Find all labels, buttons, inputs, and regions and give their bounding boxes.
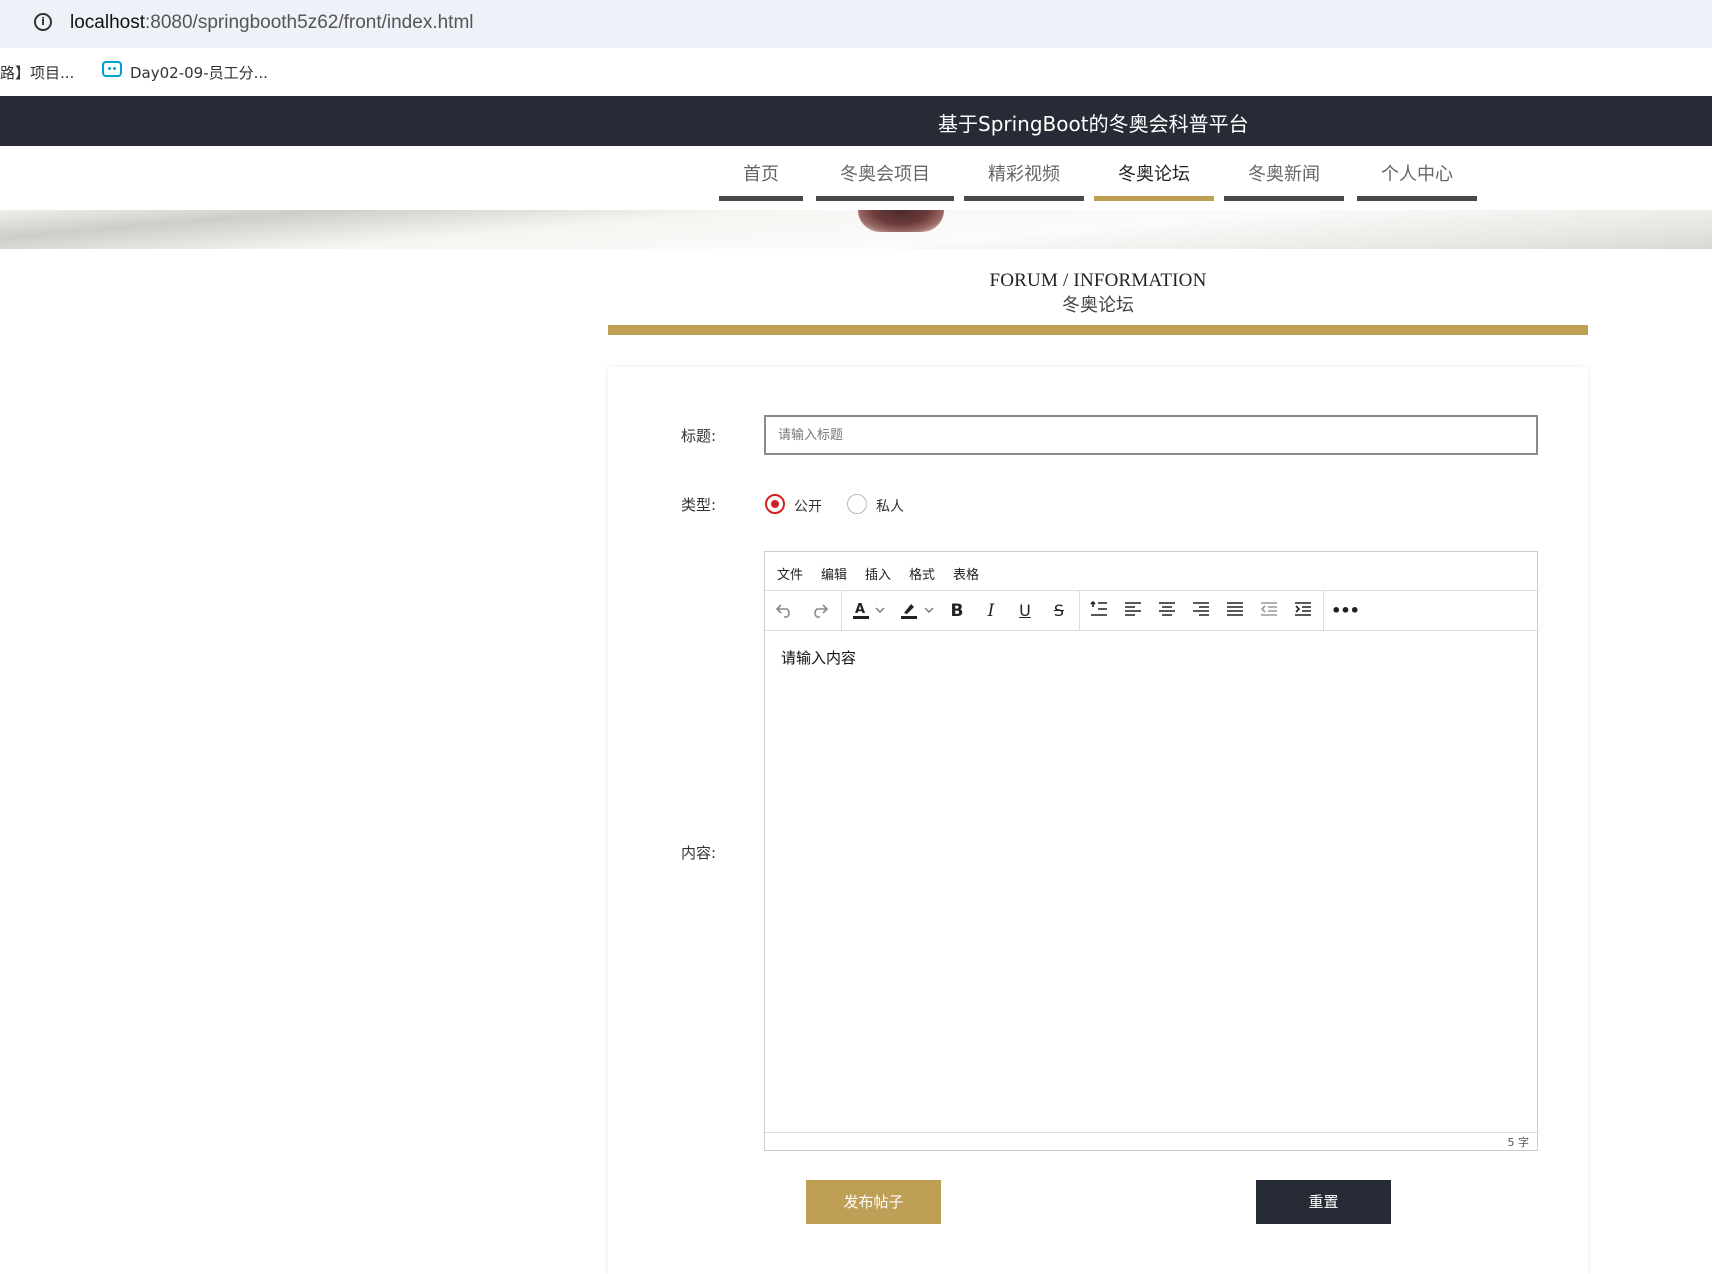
svg-text:A: A [855,602,865,617]
menu-insert[interactable]: 插入 [865,564,891,583]
align-left-icon[interactable] [1121,599,1145,623]
strikethrough-icon[interactable]: S [1047,599,1071,623]
nav-news[interactable]: 冬奥新闻 [1224,146,1344,201]
toolbar-separator [1323,591,1324,631]
highlight-color-icon[interactable] [897,599,921,623]
align-right-icon[interactable] [1189,599,1213,623]
align-center-icon[interactable] [1155,599,1179,623]
menu-edit[interactable]: 编辑 [821,564,847,583]
chevron-down-icon[interactable] [922,599,936,623]
section-divider [608,325,1588,335]
radio-private[interactable] [847,494,867,514]
nav-user-center[interactable]: 个人中心 [1357,146,1477,201]
nav-home[interactable]: 首页 [719,146,803,201]
site-title: 基于SpringBoot的冬奥会科普平台 [938,112,1249,136]
nav-videos[interactable]: 精彩视频 [964,146,1084,201]
toolbar-separator [841,591,842,631]
chevron-down-icon[interactable] [873,599,887,623]
bookmarks-bar: 路】项目... Day02-09-员工分... [0,48,1712,96]
radio-public[interactable] [765,494,785,514]
line-height-icon[interactable] [1087,599,1111,623]
indent-icon[interactable] [1291,599,1315,623]
more-icon[interactable]: ••• [1331,599,1360,623]
menu-file[interactable]: 文件 [777,564,803,583]
text-color-icon[interactable]: A [849,599,873,623]
address-bar[interactable]: i localhost:8080/springbooth5z62/front/i… [0,0,1712,48]
undo-icon[interactable] [773,599,797,623]
main-nav: 首页 冬奥会项目 精彩视频 冬奥论坛 冬奥新闻 个人中心 [0,146,1712,210]
bookmark-2[interactable]: Day02-09-员工分... [130,62,268,83]
section-title-en: FORUM / INFORMATION [989,270,1207,291]
publish-post-button[interactable]: 发布帖子 [806,1180,941,1224]
reset-button[interactable]: 重置 [1256,1180,1391,1224]
nav-forum[interactable]: 冬奥论坛 [1094,146,1214,201]
title-input[interactable] [764,415,1538,455]
url-text[interactable]: localhost:8080/springbooth5z62/front/ind… [70,12,474,34]
italic-icon[interactable]: I [979,599,1003,623]
bold-icon[interactable]: B [945,599,969,623]
menu-format[interactable]: 格式 [909,564,935,583]
radio-public-label[interactable]: 公开 [794,496,822,516]
editor-toolbar: A B I U S ••• [765,591,1537,631]
type-label: 类型: [681,496,717,514]
bilibili-icon [102,61,122,77]
redo-icon[interactable] [807,599,831,623]
rich-text-editor: 文件 编辑 插入 格式 表格 A B I U S ••• 请输入内容 5 字 [764,551,1538,1151]
section-title-cn: 冬奥论坛 [1062,295,1134,316]
bookmark-1[interactable]: 路】项目... [0,62,74,83]
site-header: 基于SpringBoot的冬奥会科普平台 [0,96,1712,146]
toolbar-separator [1079,591,1080,631]
radio-private-label[interactable]: 私人 [876,496,904,516]
nav-projects[interactable]: 冬奥会项目 [816,146,954,201]
banner-decoration [858,210,944,232]
editor-statusbar: 5 字 [765,1132,1537,1150]
underline-icon[interactable]: U [1013,599,1037,623]
outdent-icon[interactable] [1257,599,1281,623]
title-label: 标题: [681,427,717,445]
word-count: 5 字 [1507,1136,1530,1149]
align-justify-icon[interactable] [1223,599,1247,623]
editor-menubar: 文件 编辑 插入 格式 表格 [765,552,1537,591]
menu-table[interactable]: 表格 [953,564,979,583]
banner-image [0,210,1712,249]
content-label: 内容: [681,844,717,862]
site-info-icon[interactable]: i [34,13,52,31]
editor-content[interactable]: 请输入内容 [781,647,856,668]
